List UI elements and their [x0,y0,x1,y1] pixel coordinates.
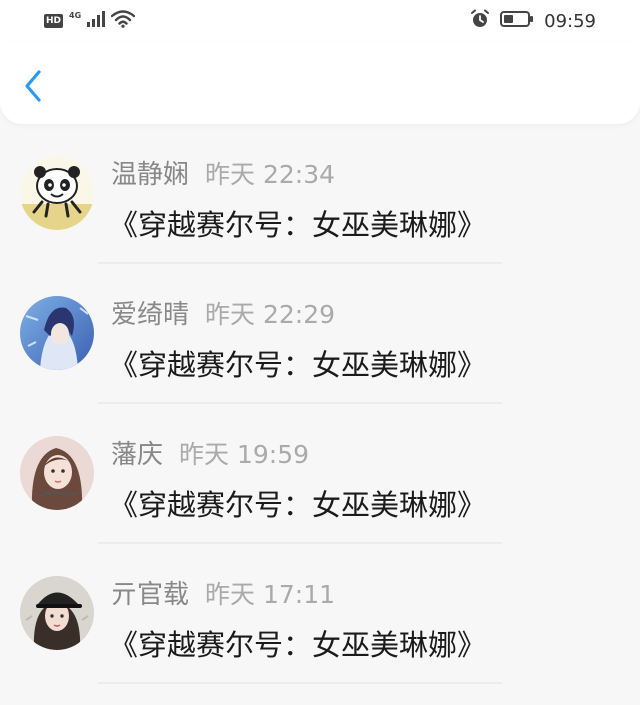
commenter-name[interactable]: 温静娴 [111,154,189,191]
comment-header: 藩庆 昨天 19:59 [111,434,310,471]
status-time: 09:59 [544,10,596,32]
comment-time: 昨天 19:59 [179,440,310,469]
wifi-icon [110,10,136,32]
comment-text: 《穿越赛尔号：女巫美琳娜》 [109,208,487,242]
panda-avatar[interactable] [20,156,94,230]
chevron-left-icon [23,69,43,107]
comment-header: 温静娴 昨天 22:34 [111,154,336,191]
battery-icon [500,10,534,32]
comment-text: 《穿越赛尔号：女巫美琳娜》 [109,628,487,662]
back-button[interactable] [18,70,48,106]
hd-icon: HD [44,14,64,28]
network-type-label: 4G [69,11,82,20]
commenter-name[interactable]: 亓官载 [111,574,189,611]
anime-avatar[interactable] [20,296,94,370]
comment-time: 昨天 22:29 [205,300,336,329]
comment-time: 昨天 17:11 [205,580,336,609]
comment-text: 《穿越赛尔号：女巫美琳娜》 [109,348,487,382]
list-item[interactable]: 温静娴 昨天 22:34 《穿越赛尔号：女巫美琳娜》 [0,124,640,264]
comment-header: 爱绮晴 昨天 22:29 [111,294,336,331]
divider [98,682,502,684]
comment-time: 昨天 22:34 [205,160,336,189]
signal-icon [87,11,106,31]
status-bar: HD 4G 09:59 [0,0,640,42]
comment-header: 亓官载 昨天 17:11 [111,574,336,611]
comment-text: 《穿越赛尔号：女巫美琳娜》 [109,488,487,522]
list-item[interactable]: 亓官载 昨天 17:11 《穿越赛尔号：女巫美琳娜》 [0,544,640,684]
alarm-icon [470,9,490,33]
commenter-name[interactable]: 爱绮晴 [111,294,189,331]
status-left: HD 4G [44,10,136,32]
list-item[interactable]: 藩庆 昨天 19:59 《穿越赛尔号：女巫美琳娜》 [0,404,640,544]
status-right: 09:59 [470,9,596,33]
commenter-name[interactable]: 藩庆 [111,434,163,471]
list-item[interactable]: 爱绮晴 昨天 22:29 《穿越赛尔号：女巫美琳娜》 [0,264,640,404]
nav-bar [0,42,640,124]
cap-girl-avatar[interactable] [20,576,94,650]
girl-avatar[interactable] [20,436,94,510]
